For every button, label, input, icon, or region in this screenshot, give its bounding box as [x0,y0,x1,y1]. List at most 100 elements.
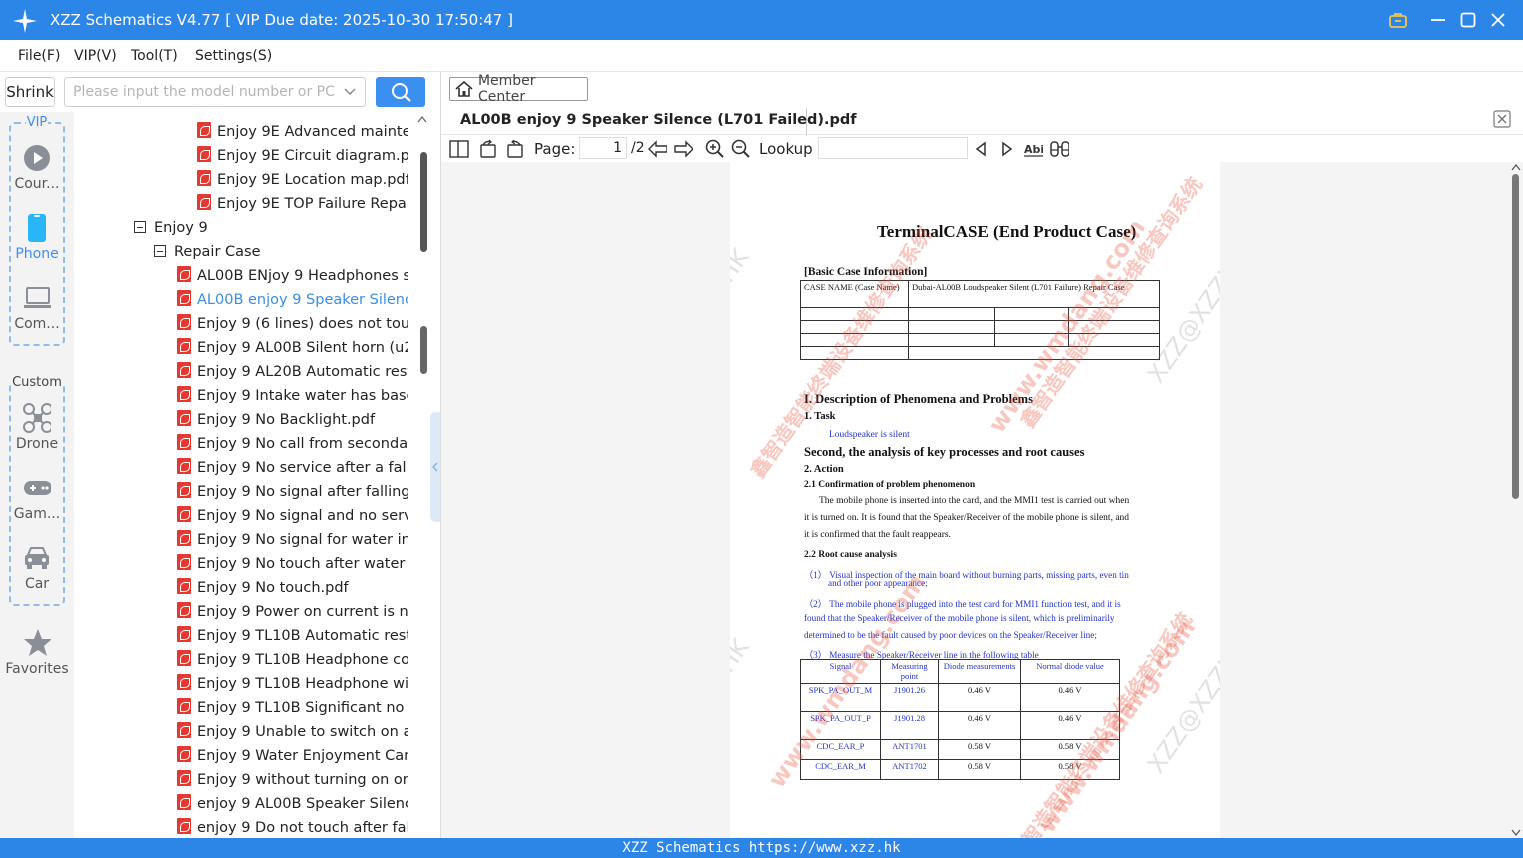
table-cell: 0.46 V [938,683,1021,712]
pdf-file-icon [177,818,191,834]
category-courses[interactable]: Cour... [0,138,74,204]
viewer-scrollbar[interactable] [1509,162,1523,838]
tree-file[interactable]: Enjoy 9 AL20B Automatic restar [177,360,408,384]
tree-file[interactable]: Enjoy 9 No touch after water en [177,552,408,576]
tree-file[interactable]: Enjoy 9 TL10B Automatic restart [177,624,408,648]
tree-file[interactable]: Enjoy 9 No signal and no servic [177,504,408,528]
chevron-down-icon[interactable] [343,85,357,99]
table-cell: 0.58 V [938,739,1021,760]
tree-item-label: enjoy 9 AL00B Speaker Silence ( [197,796,408,812]
pdf-file-icon [177,578,191,594]
find-previous-icon[interactable] [971,139,991,159]
tree-file[interactable]: Enjoy 9 TL10B Headphone cont [177,648,408,672]
collapse-toggle-icon[interactable] [134,221,146,233]
binoculars-icon[interactable] [1049,139,1069,159]
scrollbar-thumb-secondary[interactable] [420,326,427,374]
tree-file[interactable]: Enjoy 9 No call from secondary [177,432,408,456]
document-tab[interactable]: AL00B enjoy 9 Speaker Silence (L701 Fail… [451,108,857,136]
tree-file[interactable]: Enjoy 9E Circuit diagram.pdf [197,144,408,168]
tree-file[interactable]: Enjoy 9 TL10B Headphone wire [177,672,408,696]
tree-file[interactable]: enjoy 9 AL00B Speaker Silence ( [177,792,408,816]
find-next-icon[interactable] [997,139,1017,159]
prev-page-icon[interactable] [647,139,667,159]
category-label: Favorites [5,661,69,677]
tree-item-label: Enjoy 9 Power on current is nor [197,604,408,620]
tree-item-label: Enjoy 9 No service after a fall.pc [197,460,408,476]
scroll-up-icon[interactable] [1511,163,1521,171]
tree-file[interactable]: Enjoy 9 No touch.pdf [177,576,408,600]
pdf-file-icon [177,698,191,714]
tree-file[interactable]: Enjoy 9 No Backlight.pdf [177,408,408,432]
shrink-button[interactable]: Shrink [5,77,55,107]
category-car[interactable]: Car [0,538,74,604]
section-2-2-heading: 2.2 Root cause analysis [804,550,897,560]
next-page-icon[interactable] [673,139,693,159]
tree-file[interactable]: Enjoy 9E TOP Failure Repair ( [197,192,408,216]
pdf-file-icon [177,266,191,282]
tree-file[interactable]: Enjoy 9 Power on current is nor [177,600,408,624]
tree-file[interactable]: Enjoy 9E Advanced maintena [197,120,408,144]
tree-file[interactable]: Enjoy 9 Unable to switch on aft [177,720,408,744]
panel-splitter[interactable] [430,412,440,522]
tree-file[interactable]: Enjoy 9 without turning on or si [177,768,408,792]
member-center-button[interactable]: Member Center [449,73,588,105]
category-label: Car [24,576,50,592]
scroll-up-icon[interactable] [416,114,428,124]
pdf-file-icon [177,506,191,522]
category-phone[interactable]: Phone [0,208,74,274]
tree-file[interactable]: Enjoy 9 No signal after falling.p [177,480,408,504]
menu-tool[interactable]: Tool(T) [131,48,178,64]
search-input[interactable] [65,78,335,106]
tree-file[interactable]: enjoy 9 Do not touch after fallir [177,816,408,838]
paragraph-line: it is turned on. It is found that the Sp… [804,513,1130,523]
play-icon [23,144,51,172]
page-number-input[interactable]: 1 [579,137,627,159]
category-computer[interactable]: Com... [0,278,74,344]
pdf-file-icon [177,674,191,690]
scroll-down-icon[interactable] [1511,829,1521,837]
pdf-viewer[interactable]: TerminalCASE (End Product Case) [Basic C… [441,162,1523,838]
pdf-file-icon [197,194,211,210]
menu-bar: File(F) VIP(V) Tool(T) Settings(S) [0,40,1523,72]
scrollbar-thumb[interactable] [1512,174,1519,499]
tree-folder[interactable]: Enjoy 9 [134,216,408,240]
rotate-left-icon[interactable] [478,139,498,159]
rotate-right-icon[interactable] [505,139,525,159]
analysis-line: （2） The mobile phone is plugged into the… [804,599,1121,609]
close-tab-icon[interactable] [1493,110,1511,128]
collapse-toggle-icon[interactable] [154,245,166,257]
menu-file[interactable]: File(F) [18,48,60,64]
collapse-left-icon [432,462,438,472]
tree-folder[interactable]: Repair Case [154,240,408,264]
tree-file[interactable]: Enjoy 9 (6 lines) does not touch [177,312,408,336]
tree-file[interactable]: Enjoy 9 No signal for water inle [177,528,408,552]
tree-file[interactable]: Enjoy 9 TL10B Significant no ba [177,696,408,720]
pdf-file-icon [177,338,191,354]
category-games[interactable]: Gam... [0,468,74,534]
scrollbar-thumb[interactable] [420,152,427,252]
zoom-in-icon[interactable] [705,139,725,159]
maximize-icon[interactable] [1456,8,1480,32]
tree-file[interactable]: Enjoy 9 No service after a fall.pc [177,456,408,480]
match-case-icon[interactable]: Abi [1023,139,1043,159]
tree-file[interactable]: Enjoy 9 Water Enjoyment Came [177,744,408,768]
tree-file[interactable]: Enjoy 9E Location map.pdf [197,168,408,192]
tree-scrollbar[interactable] [408,112,430,838]
tree-file[interactable]: AL00B ENjoy 9 Headphones sou [177,264,408,288]
tree-file[interactable]: AL00B enjoy 9 Speaker Silence ( [177,288,408,312]
minimize-icon[interactable] [1426,8,1450,32]
menu-vip[interactable]: VIP(V) [74,48,117,64]
vip-bag-icon[interactable] [1386,8,1410,32]
lookup-input[interactable] [818,137,968,159]
category-favorites[interactable]: Favorites [0,623,74,689]
menu-settings[interactable]: Settings(S) [195,48,272,64]
tree-file[interactable]: Enjoy 9 AL00B Silent horn (u201 [177,336,408,360]
pdf-file-icon [197,122,211,138]
close-icon[interactable] [1486,8,1510,32]
sidebar-toggle-icon[interactable] [449,139,469,159]
category-drone[interactable]: Drone [0,398,74,464]
zoom-out-icon[interactable] [731,139,751,159]
search-button[interactable] [376,77,425,107]
pdf-file-icon [177,386,191,402]
tree-file[interactable]: Enjoy 9 Intake water has baseba [177,384,408,408]
